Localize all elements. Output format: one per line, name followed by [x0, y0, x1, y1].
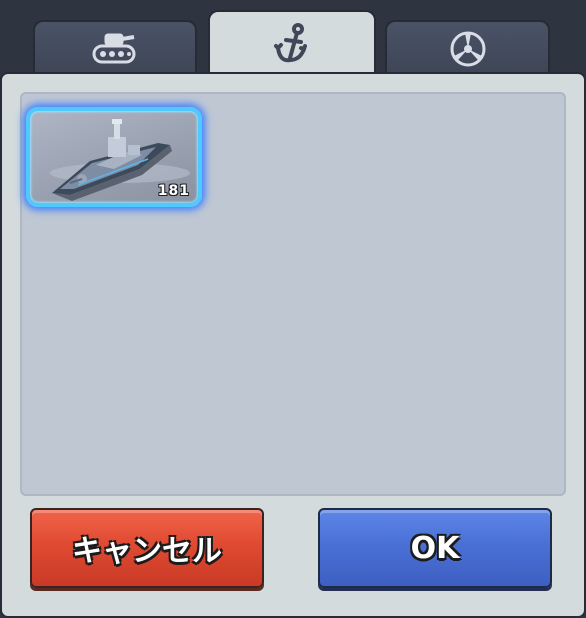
propeller-icon	[450, 31, 485, 67]
unit-count: 181	[157, 183, 190, 199]
cancel-button[interactable]: キャンセル	[30, 508, 264, 588]
unit-select-dialog: 181 キャンセル OK	[0, 0, 586, 618]
selection-panel: 181 キャンセル OK	[0, 72, 586, 618]
unit-grid: 181	[20, 92, 566, 496]
unit-card-warship[interactable]: 181	[26, 107, 202, 207]
anchor-icon	[274, 23, 307, 63]
tab-tank[interactable]	[33, 20, 197, 76]
ok-button[interactable]: OK	[318, 508, 552, 588]
tab-aircraft[interactable]	[385, 20, 550, 76]
tab-ship[interactable]	[208, 10, 376, 76]
tank-icon	[92, 33, 136, 64]
